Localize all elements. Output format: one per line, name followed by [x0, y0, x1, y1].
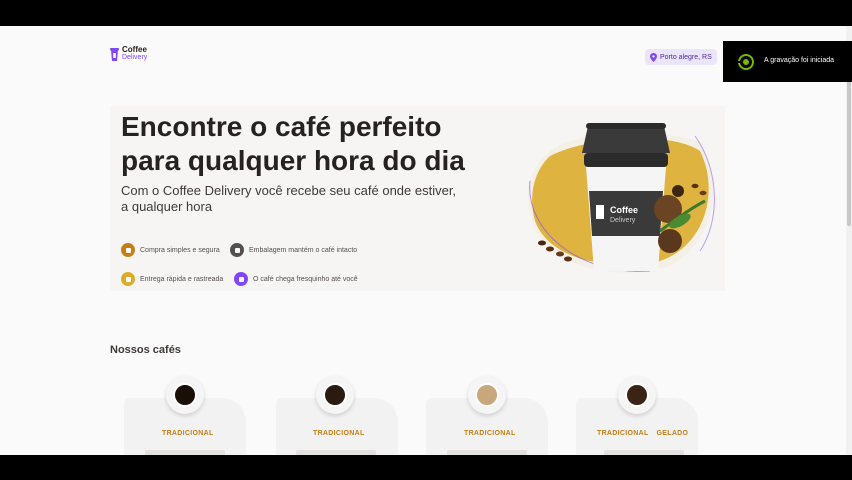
feature-fast-delivery: Entrega rápida e rastreada — [121, 272, 223, 286]
feature-label: O café chega fresquinho até você — [253, 275, 358, 283]
location-text: Porto alegre, RS — [660, 53, 712, 61]
logo-line2: Delivery — [122, 54, 148, 61]
toast-text: A gravação foi iniciada — [764, 57, 835, 64]
coffee-surface — [625, 383, 649, 407]
hero-title: Encontre o café perfeito para qualquer h… — [121, 111, 465, 176]
hero-coffee-cup-image: Coffee Delivery — [528, 123, 715, 273]
cup-brand-line2: Delivery — [610, 217, 636, 224]
logo-line1: Coffee — [122, 45, 147, 54]
letterbox-bottom — [0, 455, 852, 480]
coffee-surface — [173, 383, 197, 407]
card-tags: TRADICIONAL — [162, 430, 214, 437]
logo[interactable]: Coffee Delivery — [110, 46, 147, 62]
letterbox-top — [0, 0, 852, 26]
page: Coffee Delivery Porto alegre, RS Encontr… — [0, 26, 852, 455]
map-pin-icon — [650, 52, 657, 62]
tag: TRADICIONAL — [313, 430, 365, 437]
feature-fresh-coffee: O café chega fresquinho até você — [234, 272, 358, 286]
package-icon — [230, 243, 244, 257]
recording-toast: A gravação foi iniciada — [723, 41, 852, 82]
feature-packaging: Embalagem mantém o café intacto — [230, 243, 357, 257]
logo-cup-icon — [110, 47, 119, 61]
feature-label: Embalagem mantém o café intacto — [249, 246, 358, 254]
section-title: Nossos cafés — [110, 344, 181, 356]
coffee-cup-image — [166, 376, 204, 414]
coffee-icon — [234, 272, 248, 286]
card-tags: TRADICIONAL — [313, 430, 365, 437]
tag: TRADICIONAL — [162, 430, 214, 437]
coffee-cup-image — [618, 376, 656, 414]
tag: GELADO — [656, 430, 689, 437]
page-scrollbar[interactable] — [846, 26, 852, 455]
coffee-cup-image — [316, 376, 354, 414]
coffee-cup-image — [468, 376, 506, 414]
cup-brand-line1: Coffee — [610, 205, 638, 215]
recording-icon — [737, 54, 754, 70]
cart-icon — [121, 243, 135, 257]
feature-simple-purchase: Compra simples e segura — [121, 243, 220, 257]
logo-text: Coffee Delivery — [122, 46, 147, 62]
timer-icon — [121, 272, 135, 286]
tag: TRADICIONAL — [464, 430, 516, 437]
location-badge[interactable]: Porto alegre, RS — [645, 49, 717, 65]
card-tags: TRADICIONAL — [464, 430, 516, 437]
card-tags: TRADICIONAL GELADO — [597, 430, 688, 437]
hero-subtitle: Com o Coffee Delivery você recebe seu ca… — [121, 183, 457, 214]
feature-label: Compra simples e segura — [140, 246, 220, 254]
feature-label: Entrega rápida e rastreada — [140, 275, 224, 283]
coffee-surface — [323, 383, 347, 407]
coffee-surface — [475, 383, 499, 407]
tag: TRADICIONAL — [597, 430, 649, 437]
